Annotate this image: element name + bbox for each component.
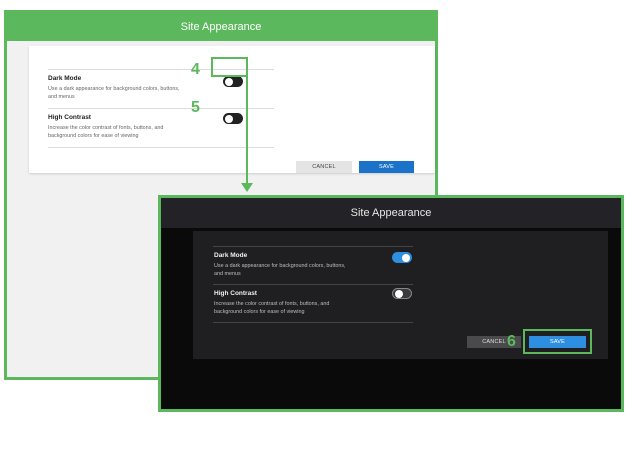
dark-mode-toggle[interactable] [223,76,243,87]
dark-divider-mid [213,284,413,285]
light-window-title: Site Appearance [7,13,435,41]
dark-mode-description: Use a dark appearance for background col… [214,263,346,277]
high-contrast-description: Increase the color contrast of fonts, bu… [214,301,330,315]
toggle-knob [394,290,403,298]
dark-dark-mode-row: Dark Mode Use a dark appearance for back… [214,252,414,278]
high-contrast-description: Increase the color contrast of fonts, bu… [48,125,164,139]
save-button[interactable]: SAVE [359,161,414,173]
high-contrast-toggle[interactable] [223,113,243,124]
dark-mode-description: Use a dark appearance for background col… [48,86,180,100]
step-4-number: 4 [191,61,200,78]
light-divider-mid [48,108,274,109]
step-4-highlight-box [211,57,248,77]
toggle-knob [402,253,410,262]
step-6-number: 6 [507,333,516,350]
high-contrast-toggle[interactable] [392,288,412,299]
arrow-down-icon [241,183,253,192]
dark-divider-bottom [213,322,413,323]
dark-mode-toggle[interactable] [392,252,412,263]
toggle-knob [225,77,233,86]
cancel-button[interactable]: CANCEL [296,161,352,173]
step-5-number: 5 [191,99,200,116]
light-divider-bottom [48,147,274,148]
connector-arrow-line [246,76,248,184]
dark-mode-label: Dark Mode [214,252,248,259]
step-6-highlight-box [523,329,592,354]
high-contrast-label: High Contrast [214,290,257,297]
toggle-knob [225,114,233,123]
dark-settings-window: Site Appearance Dark Mode Use a dark app… [158,195,624,412]
dark-high-contrast-row: High Contrast Increase the color contras… [214,290,414,316]
dark-window-title: Site Appearance [161,198,621,228]
dark-divider-top [213,246,413,247]
